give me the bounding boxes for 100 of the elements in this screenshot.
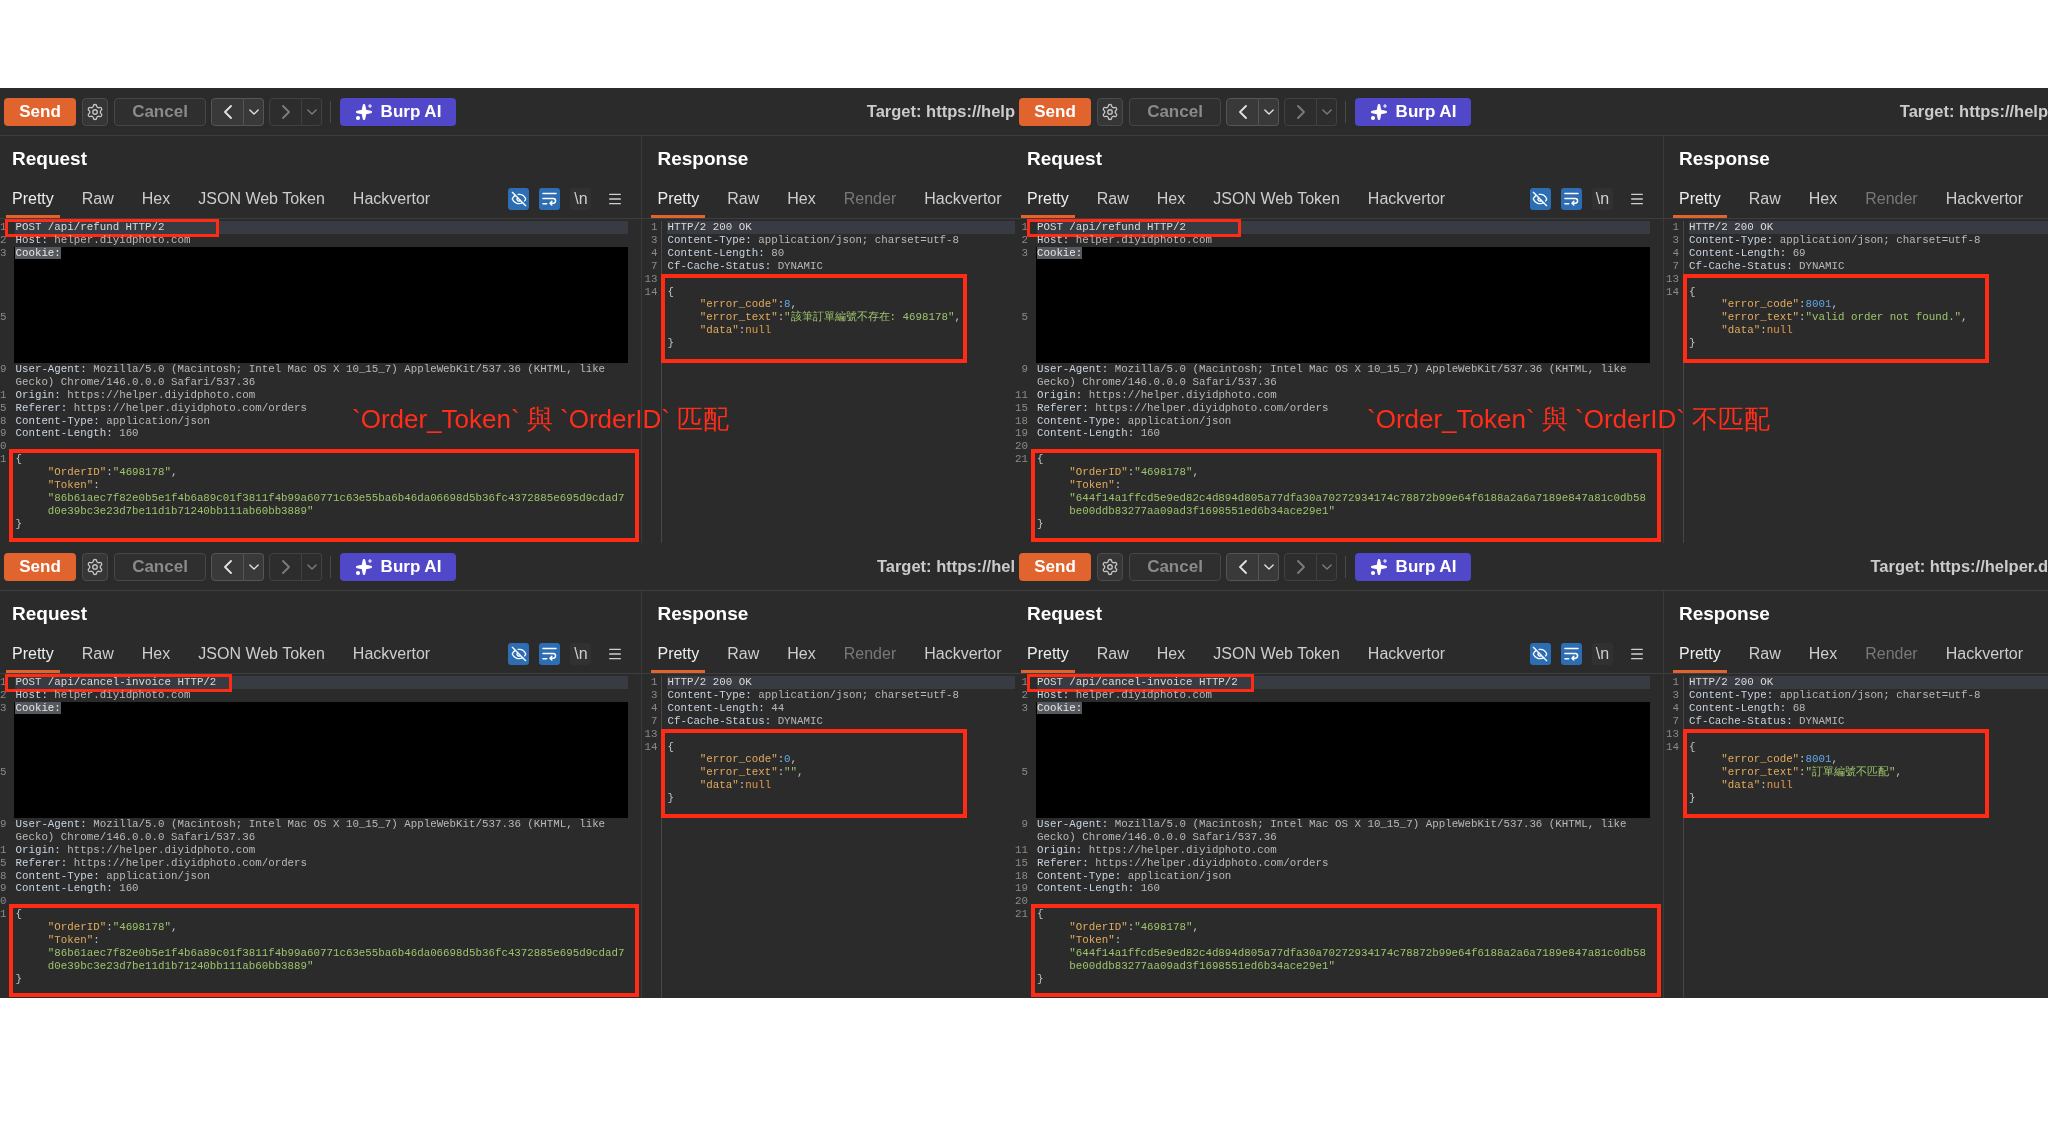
editor-tab[interactable]: Raw [1742,180,1787,218]
editor-tab[interactable]: JSON Web Token [1207,180,1346,218]
editor-tab[interactable]: Hex [135,180,177,218]
editor-tab[interactable]: Hex [1150,180,1192,218]
editor-tab[interactable]: Raw [75,180,120,218]
editor-tab[interactable]: Raw [75,635,120,673]
menu-icon[interactable] [1628,646,1645,662]
hide-toggle[interactable] [508,188,530,210]
line-number: 21 [1015,908,1028,922]
editor-tab[interactable]: Hackvertor [1361,635,1452,673]
eye-off-icon [1532,191,1549,207]
chevron-left-icon [223,559,232,574]
code-line: "data":null [1721,779,1793,793]
code-line: Cf-Cache-Status: DYNAMIC [1688,714,1845,728]
wrap-toggle[interactable] [539,643,561,665]
chevron-right-icon [281,104,290,119]
editor-tab[interactable]: Pretty [651,635,706,673]
editor-tab[interactable]: Raw [1090,635,1135,673]
line-number: 2 [0,688,7,702]
settings-button[interactable] [1097,97,1123,126]
editor-tab[interactable]: JSON Web Token [1207,635,1346,673]
hide-toggle[interactable] [1529,643,1551,665]
code-line: "error_text":"valid order not found.", [1721,311,1968,325]
editor-tab[interactable]: Raw [721,180,766,218]
hide-toggle[interactable] [508,643,530,665]
code-line: Content-Type: application/json [15,869,210,883]
line-number: 1 [1021,676,1028,689]
editor-tab[interactable]: Hex [1150,635,1192,673]
editor-tab[interactable]: Hex [1802,635,1844,673]
newline-toggle[interactable]: \n [570,188,592,210]
line-number: 7 [651,714,658,728]
editor-tab[interactable]: Pretty [1672,180,1727,218]
wrap-toggle[interactable] [539,188,561,210]
back-button[interactable] [1226,552,1259,581]
ai-button[interactable]: Burp AI [1355,97,1471,126]
editor-tab[interactable]: Pretty [1672,635,1727,673]
editor-tab[interactable]: Hackvertor [918,180,1008,218]
chevron-down-icon [248,108,259,115]
menu-icon[interactable] [607,646,624,662]
editor-tab[interactable]: Pretty [1021,180,1075,218]
line-number: 3 [0,701,7,715]
editor-tab[interactable]: Hex [1802,180,1844,218]
back-button[interactable] [211,97,244,126]
editor-tab[interactable]: Hex [781,635,822,673]
history-dropdown[interactable] [1259,97,1279,126]
newline-toggle[interactable]: \n [1591,643,1613,665]
line-number: 9 [0,817,7,831]
chevron-down-icon [1321,563,1332,570]
wrap-toggle[interactable] [1560,188,1582,210]
line-number: 20 [1015,440,1028,454]
editor-tab[interactable]: Hackvertor [346,180,437,218]
code-line: Referer: https://helper.diyidphoto.com/orders [15,856,308,870]
line-number: 3 [651,688,658,702]
code-line: "86b61aec7f82e0b5e1f4b6a89c01f3811f4b99a60771c63e55ba6b46da06698d5b36fc4372885e695d9cdad7d0e39bc3e23d7be11d1b71240bb111ab60bb3889" [47,946,626,973]
menu-icon[interactable] [1628,191,1645,207]
editor-tab[interactable]: Pretty [1021,635,1075,673]
wrap-icon [542,647,558,661]
newline-toggle[interactable]: \n [1591,188,1613,210]
editor-tab[interactable]: Hackvertor [918,635,1008,673]
code-line: "OrderID":"4698178", [47,921,178,935]
ai-button[interactable]: Burp AI [340,552,456,581]
editor-tab[interactable]: JSON Web Token [192,635,331,673]
ai-button[interactable]: Burp AI [1355,552,1471,581]
target-label: Target: https://hel [876,558,1015,575]
editor-tab[interactable]: Pretty [6,635,60,673]
settings-button[interactable] [82,552,108,581]
editor-tab[interactable]: Hex [781,180,822,218]
back-button[interactable] [1226,97,1259,126]
wrap-toggle[interactable] [1560,643,1582,665]
hide-toggle[interactable] [1529,188,1551,210]
editor-tab[interactable]: Pretty [6,180,60,218]
back-button[interactable] [211,552,244,581]
history-dropdown[interactable] [1259,552,1279,581]
menu-icon[interactable] [607,191,624,207]
settings-button[interactable] [1097,552,1123,581]
editor-tab[interactable]: Hackvertor [1939,635,2030,673]
ai-button[interactable]: Burp AI [340,97,456,126]
code-line: "86b61aec7f82e0b5e1f4b6a89c01f3811f4b99a60771c63e55ba6b46da06698d5b36fc4372885e695d9cdad7d0e39bc3e23d7be11d1b71240bb111ab60bb3889" [47,491,626,518]
pane-title: Response [657,148,749,168]
code-line: Content-Length: 160 [15,882,139,896]
pane-title: Request [1027,148,1102,168]
editor-tab[interactable]: Hackvertor [1939,180,2030,218]
editor-tab[interactable]: Hackvertor [346,635,437,673]
editor-tab[interactable]: Raw [1742,635,1787,673]
editor-tab[interactable]: Raw [721,635,766,673]
editor-tab[interactable]: Pretty [651,180,706,218]
editor-tab[interactable]: JSON Web Token [192,180,331,218]
code-line: Content-Type: application/json; charset=utf-8 [1688,233,1981,247]
line-number: 2 [1021,233,1028,247]
newline-toggle[interactable]: \n [570,643,592,665]
editor-tab[interactable]: Hackvertor [1361,180,1452,218]
wrap-icon [1563,647,1579,661]
line-number: 0 [0,440,7,454]
code-line: Content-Type: application/json; charset=utf-8 [1688,688,1981,702]
editor-tab[interactable]: Raw [1090,180,1135,218]
history-dropdown[interactable] [244,552,264,581]
history-dropdown[interactable] [244,97,264,126]
code-line: Origin: https://helper.diyidphoto.com [15,843,256,857]
editor-tab[interactable]: Hex [135,635,177,673]
settings-button[interactable] [82,97,108,126]
